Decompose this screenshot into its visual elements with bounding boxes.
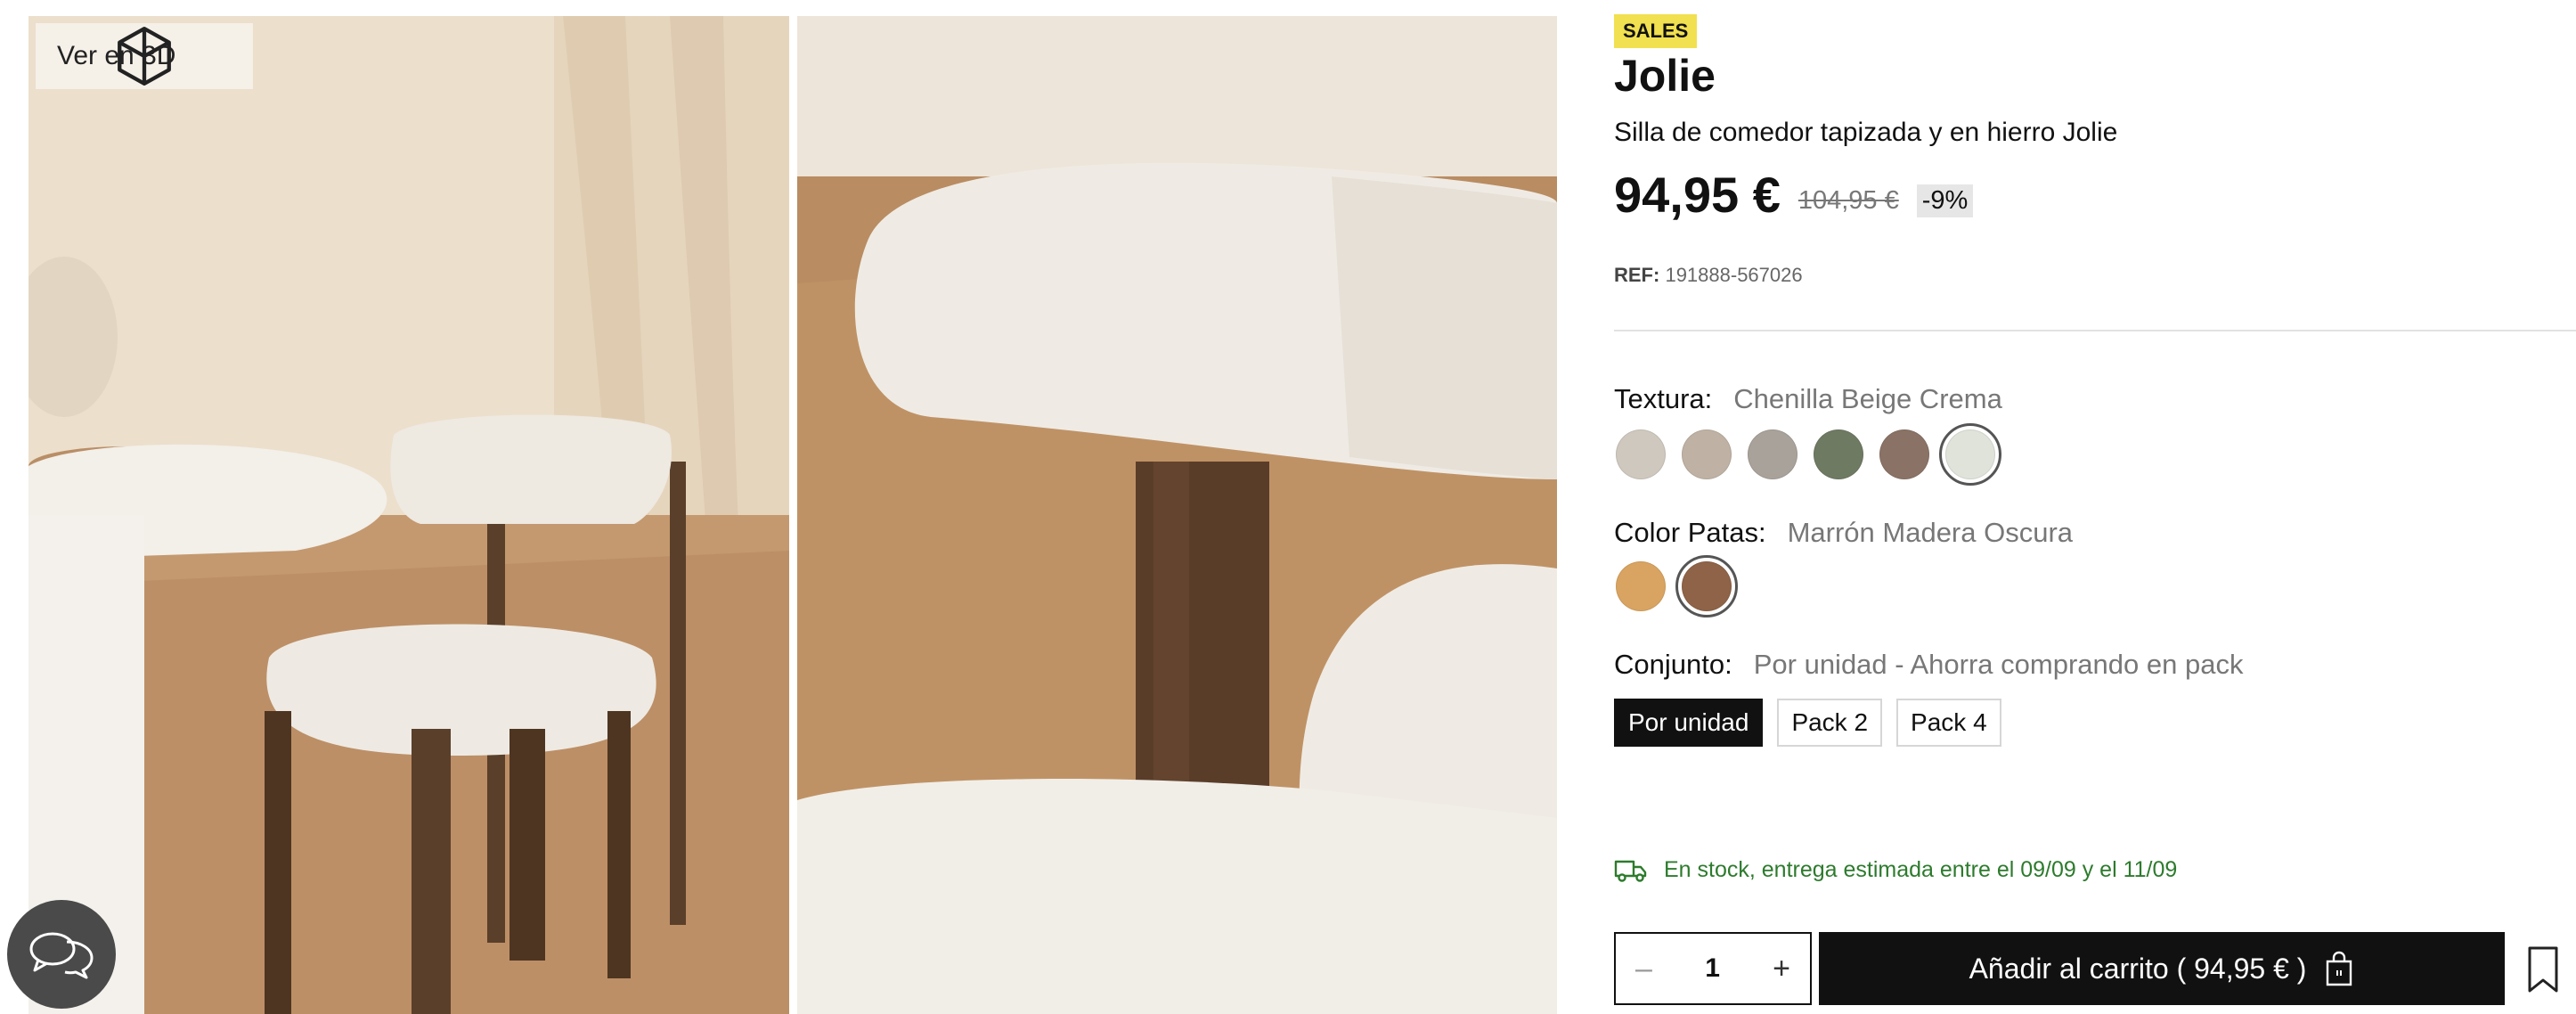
texture-swatch[interactable]: [1748, 429, 1797, 479]
texture-option: Textura: Chenilla Beige Crema: [1614, 383, 2002, 415]
qty-value[interactable]: 1: [1705, 953, 1720, 984]
chair-detail-illustration: [797, 16, 1557, 1014]
texture-swatch[interactable]: [1939, 423, 2001, 486]
divider: [1614, 330, 2576, 331]
product-image-room[interactable]: Ver en 3D: [29, 16, 789, 1014]
stock-text: En stock, entrega estimada entre el 09/0…: [1664, 857, 2178, 882]
discount-badge: -9%: [1916, 184, 1974, 217]
chat-bubbles-icon: [29, 932, 94, 979]
legs-swatches: [1616, 555, 1738, 617]
pack-option-2[interactable]: Pack 2: [1777, 699, 1883, 747]
add-to-cart-button[interactable]: Añadir al carrito ( 94,95 € ): [1819, 932, 2505, 1005]
add-to-cart-label: Añadir al carrito ( 94,95 € ): [1969, 952, 2307, 985]
texture-swatch[interactable]: [1879, 429, 1929, 479]
legs-swatch[interactable]: [1616, 561, 1666, 611]
texture-swatch[interactable]: [1814, 429, 1863, 479]
ref-value: 191888-567026: [1665, 264, 1803, 286]
qty-decrease-button[interactable]: –: [1635, 952, 1652, 986]
price-row: 94,95 € 104,95 € -9%: [1614, 166, 1974, 224]
texture-swatches: [1616, 423, 2001, 486]
texture-swatch[interactable]: [1682, 429, 1732, 479]
sales-badge: SALES: [1614, 14, 1698, 48]
bookmark-icon[interactable]: [2523, 944, 2564, 994]
quantity-stepper: – 1 +: [1614, 932, 1812, 1005]
legs-swatch[interactable]: [1675, 555, 1738, 617]
legs-color-value: Marrón Madera Oscura: [1787, 517, 2074, 548]
product-subtitle: Silla de comedor tapizada y en hierro Jo…: [1614, 118, 2118, 147]
legs-color-label: Color Patas:: [1614, 517, 1766, 548]
shopping-bag-icon: [2327, 951, 2352, 986]
truck-icon: [1614, 860, 1647, 882]
view-3d-button[interactable]: Ver en 3D: [36, 23, 253, 89]
legs-color-option: Color Patas: Marrón Madera Oscura: [1614, 517, 2073, 549]
ref-label: REF:: [1614, 264, 1660, 286]
set-option: Conjunto: Por unidad - Ahorra comprando …: [1614, 649, 2243, 681]
product-info-panel: SALES Jolie Silla de comedor tapizada y …: [1614, 0, 2576, 1014]
old-price: 104,95 €: [1797, 186, 1899, 215]
product-image-detail[interactable]: [797, 16, 1557, 1014]
product-name: Jolie: [1614, 51, 1716, 101]
chat-button[interactable]: [7, 900, 116, 1009]
pack-option-unit[interactable]: Por unidad: [1614, 699, 1764, 747]
set-value: Por unidad - Ahorra comprando en pack: [1753, 649, 2244, 680]
chair-room-illustration: [29, 16, 789, 1014]
set-label: Conjunto:: [1614, 649, 1732, 680]
qty-increase-button[interactable]: +: [1773, 952, 1790, 986]
product-ref: REF: 191888-567026: [1614, 264, 1803, 287]
texture-label: Textura:: [1614, 383, 1713, 414]
stock-status: En stock, entrega estimada entre el 09/0…: [1614, 857, 2177, 883]
cube-icon: [118, 27, 171, 86]
pack-selector: Por unidad Pack 2 Pack 4: [1614, 699, 2001, 747]
pack-option-4[interactable]: Pack 4: [1896, 699, 2001, 747]
current-price: 94,95 €: [1614, 167, 1781, 223]
texture-swatch[interactable]: [1616, 429, 1666, 479]
texture-value: Chenilla Beige Crema: [1733, 383, 2002, 414]
